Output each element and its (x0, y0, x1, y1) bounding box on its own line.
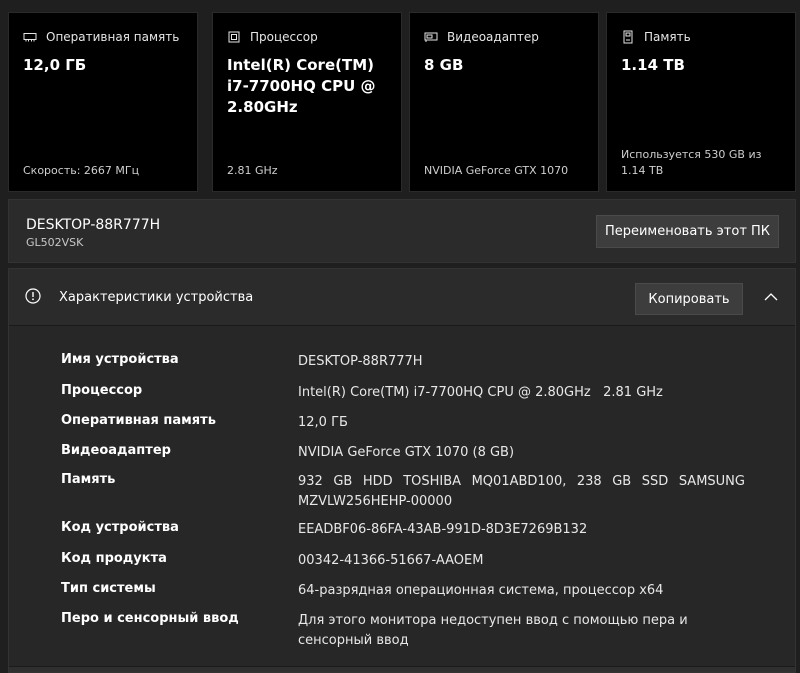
memory-icon (23, 30, 37, 44)
info-icon (25, 288, 41, 304)
card-gpu: Видеоадаптер 8 GB NVIDIA GeForce GTX 107… (409, 12, 599, 192)
spec-value: NVIDIA GeForce GTX 1070 (8 GB) (298, 445, 515, 460)
card-cpu: Процессор Intel(R) Core(TM) i7-7700HQ CP… (212, 12, 402, 192)
card-gpu-value: 8 GB (424, 56, 464, 74)
spec-value: 64-разрядная операционная система, проце… (298, 583, 664, 598)
spec-label: Имя устройства (61, 352, 179, 367)
cpu-icon (227, 30, 241, 44)
spec-value: 932 GB HDD TOSHIBA MQ01ABD100, 238 GB SS… (298, 474, 745, 509)
gpu-icon (424, 30, 438, 44)
card-storage-footer: Используется 530 GB из 1.14 TB (621, 148, 762, 177)
card-memory-footer: Скорость: 2667 МГц (23, 164, 140, 177)
device-specs-panel: Характеристики устройства Копировать Имя… (8, 268, 796, 673)
card-memory: Оперативная память 12,0 ГБ Скорость: 266… (8, 12, 198, 192)
spec-value: EEADBF06-86FA-43AB-991D-8D3E7269B132 (298, 522, 588, 537)
card-cpu-title: Процессор (250, 30, 318, 44)
copy-button[interactable]: Копировать (635, 283, 743, 315)
card-cpu-footer: 2.81 GHz (227, 164, 278, 177)
device-model: GL502VSK (26, 236, 84, 249)
device-specs-header[interactable]: Характеристики устройства Копировать (9, 269, 795, 326)
chevron-up-icon[interactable] (763, 289, 779, 303)
card-gpu-title: Видеоадаптер (447, 30, 539, 44)
spec-value: 00342-41366-51667-AAOEM (298, 553, 484, 568)
device-name: DESKTOP-88R777H (26, 217, 161, 233)
card-memory-title: Оперативная память (46, 30, 180, 44)
card-storage: Память 1.14 TB Используется 530 GB из 1.… (606, 12, 796, 192)
about-page: Оперативная память 12,0 ГБ Скорость: 266… (0, 0, 800, 673)
spec-label: Перо и сенсорный ввод (61, 611, 239, 626)
spec-label: Код устройства (61, 520, 179, 535)
card-gpu-header: Видеоадаптер (424, 30, 539, 44)
spec-label: Память (61, 472, 116, 487)
spec-label: Код продукта (61, 551, 167, 566)
spec-value: Intel(R) Core(TM) i7-7700HQ CPU @ 2.80GH… (298, 385, 663, 400)
storage-icon (621, 30, 635, 44)
card-storage-value: 1.14 TB (621, 56, 685, 74)
card-cpu-header: Процессор (227, 30, 318, 44)
card-gpu-footer: NVIDIA GeForce GTX 1070 (424, 164, 569, 177)
summary-cards: Оперативная память 12,0 ГБ Скорость: 266… (8, 12, 796, 192)
device-specs-list: Имя устройства DESKTOP-88R777H Процессор… (9, 326, 795, 672)
device-specs-title: Характеристики устройства (59, 290, 254, 305)
device-name-bar: DESKTOP-88R777H GL502VSK Переименовать э… (8, 199, 796, 263)
spec-label: Оперативная память (61, 413, 216, 428)
card-cpu-value: Intel(R) Core(TM) i7-7700HQ CPU @ 2.80GH… (227, 56, 381, 116)
spec-label: Тип системы (61, 581, 156, 596)
card-memory-value: 12,0 ГБ (23, 56, 87, 74)
card-storage-header: Память (621, 30, 691, 44)
panel-bottom-divider (9, 666, 795, 672)
spec-label: Видеоадаптер (61, 443, 171, 458)
spec-label: Процессор (61, 383, 143, 398)
spec-value: Для этого монитора недоступен ввод с пом… (298, 613, 688, 648)
card-storage-title: Память (644, 30, 691, 44)
card-memory-header: Оперативная память (23, 30, 179, 44)
spec-value: DESKTOP-88R777H (298, 354, 423, 369)
spec-value: 12,0 ГБ (298, 415, 348, 430)
rename-pc-button[interactable]: Переименовать этот ПК (596, 215, 779, 248)
